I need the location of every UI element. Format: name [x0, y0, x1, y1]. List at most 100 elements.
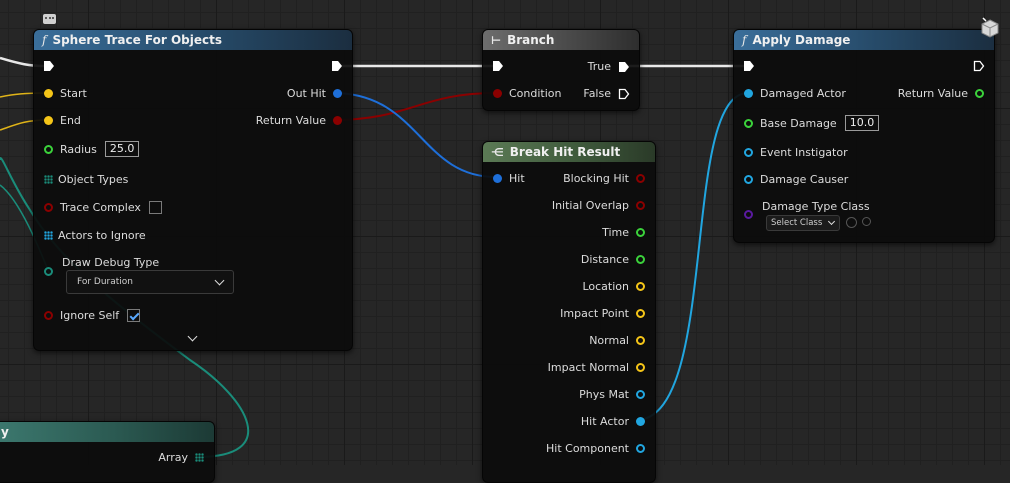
partial-array-node[interactable]: y Array: [0, 421, 215, 483]
break-hit-result-node[interactable]: ⋲ Break Hit Result Hit Blocking Hit Initi…: [482, 141, 656, 483]
ignore-self-checkbox[interactable]: [127, 309, 141, 322]
branch-exec-in-pin[interactable]: [492, 60, 504, 72]
array-out-pin[interactable]: Array: [158, 451, 204, 464]
trace-complex-checkbox[interactable]: [148, 201, 162, 214]
use-selected-icon[interactable]: [846, 217, 857, 228]
blocking-hit-label: Blocking Hit: [563, 172, 629, 185]
apply-damage-header[interactable]: f Apply Damage: [734, 30, 994, 50]
float-pin-icon: [744, 118, 753, 128]
trace-complex-label: Trace Complex: [60, 201, 141, 214]
draw-debug-type-dropdown[interactable]: For Duration: [66, 270, 234, 294]
hit-pin[interactable]: Hit: [493, 172, 525, 185]
start-label: Start: [60, 87, 87, 100]
comment-icon[interactable]: [43, 14, 56, 24]
function-icon: f: [42, 33, 47, 47]
return-value-pin[interactable]: Return Value: [256, 114, 342, 127]
event-instigator-label: Event Instigator: [760, 146, 848, 159]
impact-point-label: Impact Point: [560, 307, 629, 320]
radius-pin[interactable]: Radius 25.0: [44, 141, 140, 157]
radius-label: Radius: [60, 142, 97, 156]
array-pin-icon: [195, 453, 204, 462]
base-damage-input[interactable]: 10.0: [844, 115, 880, 131]
struct-pin-icon: [493, 174, 502, 183]
pin-icon: [636, 228, 645, 237]
actors-to-ignore-pin[interactable]: Actors to Ignore: [44, 229, 146, 242]
draw-debug-type-label-wrap: Draw Debug Type: [62, 256, 159, 269]
damage-type-class-label-wrap: Damage Type Class: [762, 200, 870, 213]
distance-label: Distance: [580, 253, 629, 266]
damage-exec-in-pin[interactable]: [743, 60, 755, 72]
enum-pin-icon: [44, 267, 53, 276]
damage-causer-pin[interactable]: Damage Causer: [744, 173, 848, 186]
initial-overlap-pin[interactable]: Initial Overlap: [552, 199, 645, 212]
class-pin-icon: [744, 210, 753, 219]
array-pin-icon: [44, 175, 53, 184]
pin-icon: [636, 201, 645, 210]
condition-pin[interactable]: Condition: [493, 87, 562, 100]
branch-true-pin[interactable]: True: [588, 60, 630, 73]
draw-debug-type-pin[interactable]: [44, 267, 53, 276]
start-pin[interactable]: Start: [44, 87, 87, 100]
component-cube-icon: [980, 17, 1000, 39]
phys-mat-pin[interactable]: Phys Mat: [579, 388, 645, 401]
exec-out-icon: [619, 61, 629, 72]
bool-pin-icon: [333, 116, 342, 125]
pin-icon: [636, 417, 645, 426]
trace-complex-pin[interactable]: Trace Complex: [44, 201, 162, 214]
actors-to-ignore-label: Actors to Ignore: [58, 229, 146, 242]
select-class-dropdown[interactable]: Select Class: [766, 215, 840, 231]
pin-icon: [636, 390, 645, 399]
damage-return-value-label: Return Value: [897, 87, 968, 100]
location-pin[interactable]: Location: [582, 280, 645, 293]
base-damage-pin[interactable]: Base Damage 10.0: [744, 115, 880, 131]
damage-type-class-pin[interactable]: [744, 210, 753, 219]
blocking-hit-pin[interactable]: Blocking Hit: [563, 172, 645, 185]
exec-out-hollow-icon: [618, 88, 630, 99]
browse-search-icon[interactable]: [862, 217, 871, 226]
branch-header[interactable]: ⊢ Branch: [483, 30, 639, 50]
object-types-pin[interactable]: Object Types: [44, 173, 128, 186]
hit-label: Hit: [509, 172, 525, 185]
out-hit-pin[interactable]: Out Hit: [287, 87, 342, 100]
partial-node-header[interactable]: y: [0, 422, 214, 442]
pin-icon: [636, 336, 645, 345]
damage-return-value-pin[interactable]: Return Value: [898, 87, 984, 100]
array-label: Array: [158, 451, 188, 464]
distance-pin[interactable]: Distance: [581, 253, 645, 266]
branch-node[interactable]: ⊢ Branch True Condition False: [482, 29, 640, 111]
vector-pin-icon: [44, 89, 53, 98]
exec-in-icon: [493, 61, 503, 71]
sphere-trace-header[interactable]: f Sphere Trace For Objects: [34, 30, 352, 50]
damage-type-class-label: Damage Type Class: [762, 200, 870, 213]
event-instigator-pin[interactable]: Event Instigator: [744, 146, 848, 159]
sphere-trace-node[interactable]: f Sphere Trace For Objects Start Out Hit…: [33, 29, 353, 351]
expand-advanced-chevron-icon[interactable]: [187, 331, 198, 342]
time-pin[interactable]: Time: [602, 226, 645, 239]
function-icon: f: [742, 33, 747, 47]
ignore-self-pin[interactable]: Ignore Self: [44, 309, 141, 322]
sphere-trace-title: Sphere Trace For Objects: [52, 33, 222, 47]
break-hit-header[interactable]: ⋲ Break Hit Result: [483, 142, 655, 162]
end-label: End: [60, 114, 81, 127]
object-pin-icon: [744, 175, 753, 184]
exec-out-pin[interactable]: [331, 60, 343, 72]
impact-normal-pin[interactable]: Impact Normal: [548, 361, 645, 374]
hit-actor-label: Hit Actor: [580, 415, 629, 428]
end-pin[interactable]: End: [44, 114, 81, 127]
float-pin-icon: [975, 89, 984, 98]
bool-pin-icon: [493, 89, 502, 98]
branch-false-pin[interactable]: False: [583, 87, 630, 100]
impact-point-pin[interactable]: Impact Point: [560, 307, 645, 320]
damaged-actor-pin[interactable]: Damaged Actor: [744, 87, 846, 100]
exec-in-pin[interactable]: [43, 60, 55, 72]
hit-component-pin[interactable]: Hit Component: [546, 442, 645, 455]
damaged-actor-label: Damaged Actor: [760, 87, 846, 100]
damage-exec-out-pin[interactable]: [973, 60, 985, 72]
branch-title: Branch: [507, 33, 555, 47]
vector-pin-icon: [44, 116, 53, 125]
radius-input[interactable]: 25.0: [104, 141, 140, 157]
out-hit-label: Out Hit: [286, 87, 326, 100]
hit-actor-pin[interactable]: Hit Actor: [581, 415, 645, 428]
apply-damage-node[interactable]: f Apply Damage Damaged Actor Return Valu…: [733, 29, 995, 243]
normal-pin[interactable]: Normal: [589, 334, 645, 347]
